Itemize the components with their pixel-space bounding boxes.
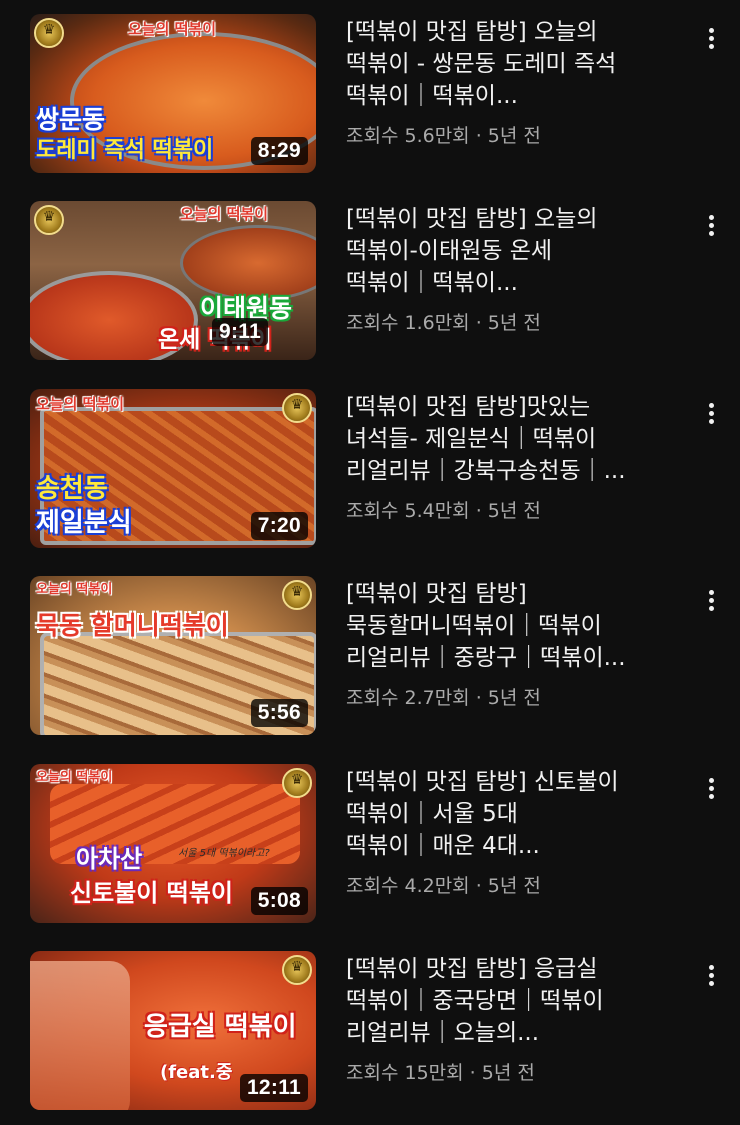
- crown-logo-icon: [282, 393, 312, 423]
- video-title[interactable]: [떡볶이 맛집 탐방] 신토불이 떡볶이｜서울 5대 떡볶이｜매운 4대...: [346, 766, 686, 862]
- video-title-line: 떡볶이｜중국당면｜떡볶이: [346, 988, 604, 1014]
- crown-logo-icon: [282, 955, 312, 985]
- video-title-line: 떡볶이｜매운 4대...: [346, 833, 540, 859]
- video-title-line: 떡볶이｜서울 5대: [346, 801, 518, 827]
- thumbnail-brand-text: 오늘의 떡볶이: [180, 205, 269, 223]
- video-title-line: [떡볶이 맛집 탐방]맛있는: [346, 394, 591, 420]
- video-meta: 조회수 15만회 · 5년 전: [346, 1062, 535, 1084]
- thumbnail-caption-primary: 묵동 할머니떡볶이: [36, 611, 229, 640]
- thumbnail-brand-text: 오늘의 떡볶이: [36, 395, 125, 413]
- video-meta: 조회수 2.7만회 · 5년 전: [346, 687, 541, 709]
- video-item[interactable]: 오늘의 떡볶이 쌍문동 도레미 즉석 떡볶이 8:29 [떡볶이 맛집 탐방] …: [0, 14, 740, 174]
- video-item[interactable]: 오늘의 떡볶이 묵동 할머니떡볶이 5:56 [떡볶이 맛집 탐방] 묵동할머니…: [0, 576, 740, 736]
- video-thumbnail[interactable]: 오늘의 떡볶이 쌍문동 도레미 즉석 떡볶이 8:29: [30, 14, 316, 173]
- thumbnail-caption-note: 서울 5대 떡볶이라고?: [178, 848, 270, 859]
- video-title-line: 떡볶이-이태원동 온세: [346, 238, 553, 264]
- video-item[interactable]: 오늘의 떡볶이 송천동 제일분식 7:20 [떡볶이 맛집 탐방]맛있는 녀석들…: [0, 389, 740, 549]
- crown-logo-icon: [34, 18, 64, 48]
- thumbnail-caption-primary: 쌍문동: [36, 105, 106, 134]
- thumbnail-caption-secondary: 도레미 즉석 떡볶이: [36, 138, 214, 163]
- thumbnail-pan-shape: [30, 961, 130, 1110]
- video-duration-badge: 5:08: [250, 887, 308, 915]
- video-title-line: 떡볶이｜떡볶이...: [346, 83, 518, 109]
- video-item[interactable]: 오늘의 떡볶이 아차산 서울 5대 떡볶이라고? 신토불이 떡볶이 5:08 […: [0, 764, 740, 924]
- video-title-line: 떡볶이｜떡볶이...: [346, 270, 518, 296]
- thumbnail-caption-primary: 응급실 떡볶이: [144, 1012, 297, 1042]
- more-vert-icon[interactable]: [700, 20, 724, 56]
- more-vert-icon[interactable]: [700, 207, 724, 243]
- video-duration-badge: 8:29: [250, 137, 308, 165]
- video-title-line: 리얼리뷰｜중랑구｜떡볶이...: [346, 645, 626, 671]
- video-title-line: 리얼리뷰｜오늘의...: [346, 1020, 540, 1046]
- video-title-line: [떡볶이 맛집 탐방]: [346, 581, 527, 607]
- thumbnail-brand-text: 오늘의 떡볶이: [128, 20, 217, 38]
- crown-logo-icon: [282, 580, 312, 610]
- video-title-line: [떡볶이 맛집 탐방] 오늘의: [346, 206, 598, 232]
- video-title-line: 녀석들- 제일분식｜떡볶이: [346, 426, 597, 452]
- video-title-line: 묵동할머니떡볶이｜떡볶이: [346, 613, 602, 639]
- video-duration-badge: 12:11: [239, 1074, 308, 1102]
- video-duration-badge: 7:20: [250, 512, 308, 540]
- thumbnail-caption-primary: 송천동: [36, 474, 108, 504]
- thumbnail-caption-primary: 아차산: [76, 845, 143, 873]
- thumbnail-caption-secondary: 신토불이 떡볶이: [70, 879, 233, 907]
- thumbnail-caption-secondary: (feat.중: [160, 1062, 233, 1083]
- video-title-line: 리얼리뷰｜강북구송천동｜...: [346, 458, 626, 484]
- video-thumbnail[interactable]: 오늘의 떡볶이 이태원동 온세 떡볶이 9:11: [30, 201, 316, 360]
- video-title[interactable]: [떡볶이 맛집 탐방] 응급실 떡볶이｜중국당면｜떡볶이 리얼리뷰｜오늘의...: [346, 953, 686, 1049]
- video-title-line: 떡볶이 - 쌍문동 도레미 즉석: [346, 51, 617, 77]
- video-item[interactable]: 응급실 떡볶이 (feat.중 12:11 [떡볶이 맛집 탐방] 응급실 떡볶…: [0, 951, 740, 1111]
- video-duration-badge: 5:56: [250, 699, 308, 727]
- video-title-line: [떡볶이 맛집 탐방] 신토불이: [346, 769, 619, 795]
- video-thumbnail[interactable]: 오늘의 떡볶이 송천동 제일분식 7:20: [30, 389, 316, 548]
- video-meta: 조회수 1.6만회 · 5년 전: [346, 312, 541, 334]
- video-meta: 조회수 5.4만회 · 5년 전: [346, 500, 541, 522]
- more-vert-icon[interactable]: [700, 770, 724, 806]
- video-title-line: [떡볶이 맛집 탐방] 오늘의: [346, 19, 598, 45]
- more-vert-icon[interactable]: [700, 582, 724, 618]
- thumbnail-brand-text: 오늘의 떡볶이: [36, 582, 113, 597]
- video-thumbnail[interactable]: 오늘의 떡볶이 아차산 서울 5대 떡볶이라고? 신토불이 떡볶이 5:08: [30, 764, 316, 923]
- video-meta: 조회수 5.6만회 · 5년 전: [346, 125, 541, 147]
- more-vert-icon[interactable]: [700, 395, 724, 431]
- video-title[interactable]: [떡볶이 맛집 탐방] 묵동할머니떡볶이｜떡볶이 리얼리뷰｜중랑구｜떡볶이...: [346, 578, 686, 674]
- crown-logo-icon: [34, 205, 64, 235]
- video-item[interactable]: 오늘의 떡볶이 이태원동 온세 떡볶이 9:11 [떡볶이 맛집 탐방] 오늘의…: [0, 201, 740, 361]
- video-thumbnail[interactable]: 응급실 떡볶이 (feat.중 12:11: [30, 951, 316, 1110]
- video-title[interactable]: [떡볶이 맛집 탐방] 오늘의 떡볶이-이태원동 온세 떡볶이｜떡볶이...: [346, 203, 686, 299]
- thumbnail-caption-secondary: 제일분식: [36, 508, 132, 538]
- video-meta: 조회수 4.2만회 · 5년 전: [346, 875, 541, 897]
- video-title[interactable]: [떡볶이 맛집 탐방] 오늘의 떡볶이 - 쌍문동 도레미 즉석 떡볶이｜떡볶이…: [346, 16, 686, 112]
- crown-logo-icon: [282, 768, 312, 798]
- video-thumbnail[interactable]: 오늘의 떡볶이 묵동 할머니떡볶이 5:56: [30, 576, 316, 735]
- video-title-line: [떡볶이 맛집 탐방] 응급실: [346, 956, 598, 982]
- video-duration-badge: 9:11: [212, 318, 269, 346]
- more-vert-icon[interactable]: [700, 957, 724, 993]
- video-title[interactable]: [떡볶이 맛집 탐방]맛있는 녀석들- 제일분식｜떡볶이 리얼리뷰｜강북구송천동…: [346, 391, 686, 487]
- thumbnail-brand-text: 오늘의 떡볶이: [36, 770, 113, 785]
- video-list: 오늘의 떡볶이 쌍문동 도레미 즉석 떡볶이 8:29 [떡볶이 맛집 탐방] …: [0, 0, 740, 1125]
